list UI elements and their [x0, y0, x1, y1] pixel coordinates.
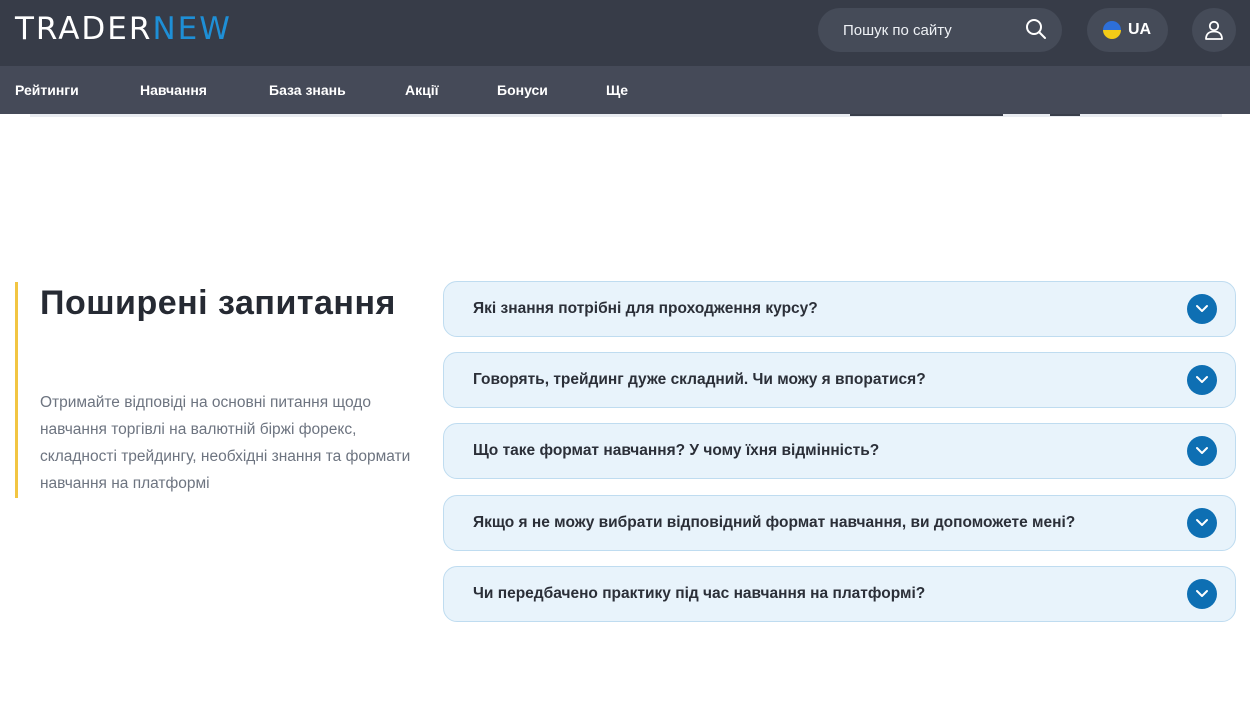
user-account-button[interactable] [1192, 8, 1236, 52]
faq-item[interactable]: Якщо я не можу вибрати відповідний форма… [443, 495, 1236, 551]
main-nav: Рейтинги Навчання База знань Акції Бонус… [0, 66, 1250, 114]
faq-question: Які знання потрібні для проходження курс… [473, 300, 818, 317]
logo-text-new: NEW [152, 11, 232, 47]
nav-item-knowledge-base[interactable]: База знань [269, 66, 346, 114]
ukraine-flag-icon [1103, 21, 1121, 39]
faq-title: Поширені запитання [40, 284, 396, 322]
faq-item[interactable]: Які знання потрібні для проходження курс… [443, 281, 1236, 337]
chevron-down-icon[interactable] [1187, 579, 1217, 609]
nav-item-bonuses[interactable]: Бонуси [497, 66, 548, 114]
faq-question: Говорять, трейдинг дуже складний. Чи мож… [473, 371, 926, 388]
chevron-down-icon[interactable] [1187, 294, 1217, 324]
accent-line [15, 282, 18, 498]
logo[interactable]: TRADERNEW [15, 13, 232, 45]
faq-question: Що таке формат навчання? У чому їхня від… [473, 442, 880, 459]
content-edge-strip [30, 114, 1222, 117]
nav-item-more[interactable]: Ще [606, 66, 628, 114]
faq-item[interactable]: Чи передбачено практику під час навчання… [443, 566, 1236, 622]
faq-item[interactable]: Говорять, трейдинг дуже складний. Чи мож… [443, 352, 1236, 408]
nav-item-ratings[interactable]: Рейтинги [15, 66, 79, 114]
user-icon [1205, 20, 1223, 40]
nav-item-education[interactable]: Навчання [140, 66, 207, 114]
chevron-down-icon[interactable] [1187, 365, 1217, 395]
faq-question: Якщо я не можу вибрати відповідний форма… [473, 514, 1076, 531]
faq-description: Отримайте відповіді на основні питання щ… [40, 394, 411, 492]
faq-item[interactable]: Що таке формат навчання? У чому їхня від… [443, 423, 1236, 479]
top-header: TRADERNEW UA [0, 0, 1250, 66]
search-icon[interactable] [1025, 18, 1047, 40]
search-input[interactable] [843, 8, 1023, 52]
chevron-down-icon[interactable] [1187, 436, 1217, 466]
language-label: UA [1128, 21, 1152, 38]
logo-text-trader: TRADER [15, 11, 153, 47]
language-switcher[interactable]: UA [1087, 8, 1168, 52]
faq-question: Чи передбачено практику під час навчання… [473, 585, 926, 602]
nav-item-promotions[interactable]: Акції [405, 66, 439, 114]
chevron-down-icon[interactable] [1187, 508, 1217, 538]
